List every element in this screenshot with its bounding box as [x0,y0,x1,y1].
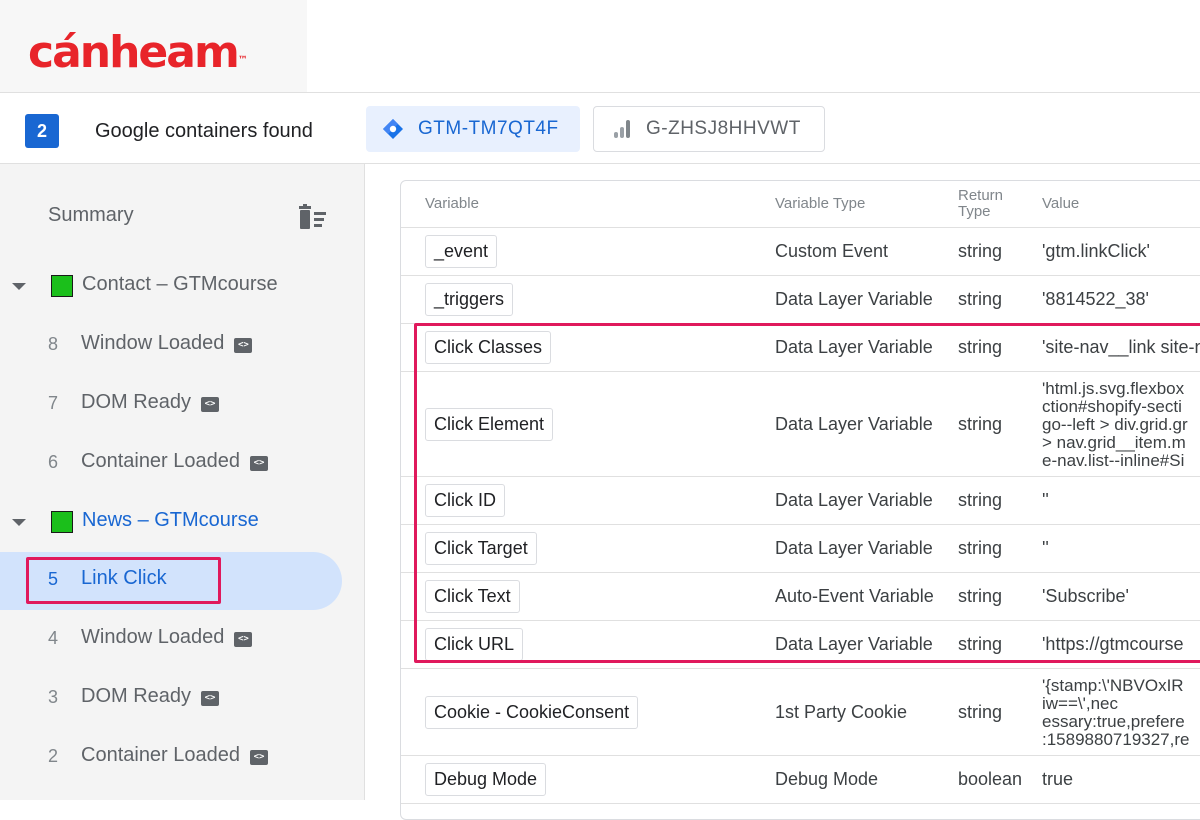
value-line: 'gtm.linkClick' [1042,241,1150,261]
collapse-caret-icon[interactable] [12,283,26,290]
event-label: Window Loaded [81,332,225,354]
event-number: 4 [48,628,59,648]
event-item[interactable]: 2 Container Loaded <> [0,729,365,787]
event-label: Container Loaded [81,744,241,766]
variable-value: true [1042,769,1073,790]
event-number: 7 [48,393,59,413]
event-label: DOM Ready [81,685,192,707]
return-type: boolean [958,769,1023,789]
code-icon: <> [201,397,220,412]
code-icon: <> [250,456,269,471]
return-type: string [958,289,1003,309]
variable-type: Debug Mode [775,769,879,789]
container-count-badge: 2 [25,114,59,148]
col-variable: Variable [425,195,479,212]
table-row: Debug Mode Debug Mode boolean true [401,756,1200,804]
event-item[interactable]: 8 Window Loaded <> [0,317,365,375]
clear-messages-icon[interactable] [297,204,329,230]
variable-type: 1st Party Cookie [775,701,908,722]
return-type: string [958,241,1003,261]
value-line: true [1042,769,1074,789]
gtm-diamond-icon [380,116,406,142]
ga-container-tab[interactable]: G-ZHSJ8HHVWT [593,106,825,152]
variable-name-chip[interactable]: Debug Mode [425,763,547,796]
code-icon: <> [234,632,253,647]
collapse-caret-icon[interactable] [12,519,26,526]
table-row: _event Custom Event string 'gtm.linkClick' [401,228,1200,276]
table-row: _triggers Data Layer Variable string '88145… [401,276,1200,324]
page-status-icon [51,511,73,533]
variable-name-chip[interactable]: _triggers [425,283,514,316]
variable-name-chip[interactable]: Cookie - CookieConsent [425,695,639,729]
ga-container-id: G-ZHSJ8HHVWT [646,118,801,139]
code-icon: <> [201,691,220,706]
value-line: iw==\',nec [1042,693,1119,713]
page-group-label: News – GTMcourse [82,509,259,531]
event-item[interactable]: 7 DOM Ready <> [0,376,365,434]
click-variables-highlight [414,323,1200,663]
selection-highlight [26,557,221,604]
event-number: 3 [48,687,59,707]
value-line: '8814522_38' [1042,289,1149,309]
code-icon: <> [250,750,269,765]
variable-type: Custom Event [775,241,889,261]
event-number: 2 [48,746,59,766]
col-variable-type: Variable Type [775,195,866,212]
gtm-container-id: GTM-TM7QT4F [418,118,559,139]
variable-value: 'gtm.linkClick' [1042,241,1150,262]
variable-value: '{stamp:\'NBVOxIR iw==\',nec essary:true,p… [1042,675,1190,749]
event-label: Container Loaded [81,450,241,472]
containers-found-label: Google containers found [95,120,313,142]
return-type: string [958,701,1003,722]
code-icon: <> [234,338,253,353]
event-item[interactable]: 3 DOM Ready <> [0,670,365,728]
col-value: Value [1042,195,1080,212]
value-line: essary:true,prefere [1042,711,1185,731]
event-number: 6 [48,452,59,472]
event-sidebar: Summary Contact – GTMcourse 8 Window Loa… [0,164,365,800]
table-header: Variable Variable Type Return Type Value [401,181,1200,228]
event-item[interactable]: 4 Window Loaded <> [0,611,365,669]
table-row: Cookie - CookieConsent 1st Party Cookie st… [401,669,1200,756]
variable-type: Data Layer Variable [775,289,933,309]
sidebar-summary[interactable]: Summary [48,204,134,227]
page-group-contact[interactable]: Contact – GTMcourse [0,267,365,307]
page-status-icon [51,275,73,297]
analytics-bars-icon [608,116,634,142]
brand-logo: cánheam™ [28,27,248,78]
col-return-type: Return Type [958,187,1004,220]
event-label: DOM Ready [81,391,192,413]
value-line: '{stamp:\'NBVOxIR [1042,675,1184,695]
value-line: :1589880719327,re [1042,729,1190,749]
page-group-label: Contact – GTMcourse [82,273,278,295]
variable-value: '8814522_38' [1042,289,1149,310]
page-group-news[interactable]: News – GTMcourse [0,503,365,543]
logo-area: cánheam™ [0,0,307,92]
event-number: 8 [48,334,59,354]
event-label: Window Loaded [81,626,225,648]
gtm-container-tab[interactable]: GTM-TM7QT4F [366,106,580,152]
event-item[interactable]: 6 Container Loaded <> [0,435,365,493]
container-bar: 2 Google containers found GTM-TM7QT4F G-… [0,92,1200,164]
variable-name-chip[interactable]: _event [425,235,498,268]
